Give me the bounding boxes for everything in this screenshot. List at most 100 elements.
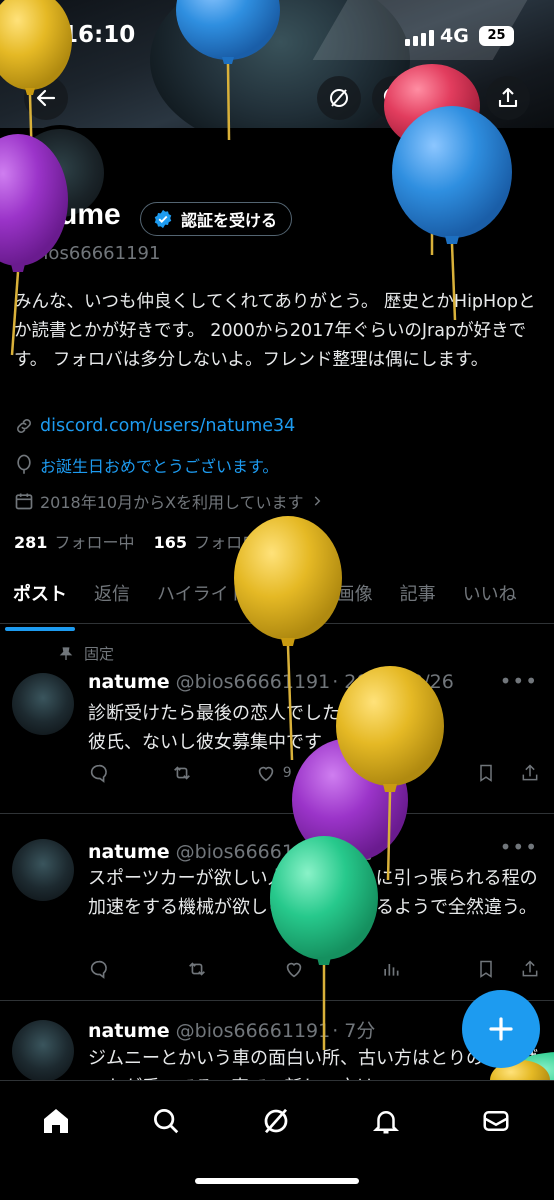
- share-icon[interactable]: [520, 959, 540, 979]
- profile-bio: みんな、いつも仲良くしてくれてありがとう。 歴史とかHipHopとか読書とかが好…: [14, 292, 536, 370]
- tweet-avatar[interactable]: [12, 839, 74, 901]
- search-button[interactable]: [372, 76, 416, 120]
- followers-link[interactable]: 165 フォロワー: [154, 533, 275, 552]
- share-icon[interactable]: [520, 763, 540, 783]
- tab-replies[interactable]: 返信: [94, 578, 130, 623]
- birthday-row: お誕生日おめでとうございます。: [14, 453, 278, 477]
- like-button[interactable]: 9: [255, 762, 292, 784]
- share-icon: [498, 87, 518, 108]
- tweet-avatar[interactable]: [12, 1020, 74, 1080]
- back-arrow-icon: [36, 89, 56, 107]
- tweet-time: · 7分: [332, 1020, 376, 1042]
- view-count: 2677: [379, 765, 415, 781]
- link-icon: [17, 419, 31, 433]
- views-icon: [383, 964, 398, 976]
- like-icon: [258, 766, 273, 782]
- profile-handle: @bios66661191: [14, 243, 161, 264]
- tab-likes[interactable]: いいね: [463, 578, 517, 623]
- grok-icon: [264, 1108, 288, 1134]
- nav-messages[interactable]: [476, 1101, 516, 1141]
- tweet-actions: 9 2677: [88, 762, 540, 784]
- status-bar: 16:10 4G 25: [0, 0, 554, 74]
- search-icon: [154, 1109, 179, 1134]
- followers-count: 165: [153, 533, 188, 552]
- get-verified-button[interactable]: 認証を受ける: [140, 202, 293, 236]
- retweet-button[interactable]: [186, 958, 208, 980]
- get-verified-label: 認証を受ける: [181, 211, 278, 230]
- tweet-author: natume @bios66661191 · 3分: [88, 837, 375, 864]
- views-button[interactable]: [381, 959, 401, 979]
- balloon-icon: [17, 454, 31, 474]
- following-count: 281: [14, 533, 48, 552]
- like-count: 9: [282, 765, 292, 781]
- chevron-right-icon: [314, 496, 320, 506]
- profile-tabs: ポスト 返信 ハイライト 動画 画像 記事 いいね: [0, 578, 554, 631]
- tweet[interactable]: natume @bios66661191 · 2025/09/26 ••• 診断受け…: [0, 625, 554, 814]
- grok-button[interactable]: [317, 76, 361, 120]
- compose-post-button[interactable]: [462, 990, 540, 1068]
- tweet-avatar[interactable]: [12, 673, 74, 735]
- notifications-icon: [372, 1111, 400, 1134]
- tab-images[interactable]: 画像: [337, 578, 373, 623]
- tweet-handle: @bios66661191: [175, 671, 331, 693]
- tab-posts[interactable]: ポスト: [5, 578, 75, 631]
- battery-icon: 25: [479, 26, 514, 46]
- back-button[interactable]: [24, 76, 68, 120]
- home-indicator: [195, 1178, 359, 1184]
- more-icon[interactable]: •••: [500, 669, 538, 693]
- reply-icon: [90, 960, 107, 979]
- like-icon: [286, 962, 302, 978]
- home-icon: [44, 1109, 68, 1133]
- profile-link-row: discord.com/users/natume34: [14, 416, 295, 436]
- like-button[interactable]: [283, 958, 305, 980]
- tab-articles[interactable]: 記事: [400, 578, 436, 623]
- views-button[interactable]: 2677: [353, 763, 415, 783]
- followers-label: フォロワー: [194, 533, 275, 552]
- reply-button[interactable]: [88, 762, 110, 784]
- tweet-author-name[interactable]: natume: [88, 671, 170, 693]
- bottom-navigation: [0, 1080, 554, 1200]
- tab-videos[interactable]: 動画: [274, 578, 310, 623]
- signal-icon: [405, 30, 434, 46]
- tweet-handle: @bios66661191: [175, 841, 331, 863]
- retweet-icon: [174, 766, 191, 780]
- joined-row[interactable]: 2018年10月からXを利用しています: [14, 489, 324, 513]
- reply-icon: [90, 764, 107, 783]
- bookmark-share-group: [476, 959, 540, 979]
- more-icon[interactable]: •••: [500, 835, 538, 859]
- tweet-time: · 3分: [332, 841, 376, 863]
- follow-stats: 281 フォロー中 165 フォロワー: [14, 529, 274, 553]
- network-label: 4G: [440, 25, 469, 47]
- tweet-actions: [88, 958, 540, 980]
- nav-home[interactable]: [36, 1101, 76, 1141]
- status-time: 16:10: [62, 22, 136, 48]
- bookmark-icon[interactable]: [476, 763, 496, 783]
- nav-search[interactable]: [146, 1101, 186, 1141]
- retweet-icon: [188, 962, 205, 976]
- plus-icon: [489, 1017, 513, 1041]
- share-button[interactable]: [486, 76, 530, 120]
- messages-icon: [483, 1111, 509, 1131]
- following-label: フォロー中: [54, 533, 135, 552]
- nav-grok[interactable]: [256, 1101, 296, 1141]
- bookmark-icon[interactable]: [476, 959, 496, 979]
- tweet-author-name[interactable]: natume: [88, 841, 170, 863]
- tab-highlights[interactable]: ハイライト: [157, 578, 247, 623]
- grok-icon: [330, 89, 348, 107]
- profile-link[interactable]: discord.com/users/natume34: [40, 416, 295, 436]
- calendar-icon: [15, 493, 33, 510]
- search-icon: [383, 87, 404, 108]
- tweet-author-name[interactable]: natume: [88, 1020, 170, 1042]
- tweet-text: スポーツカーが欲しい人とジェットに引っ張られる程の加速をする機械が欲しい人は似て…: [88, 868, 538, 918]
- profile-name: natume: [14, 198, 121, 231]
- tweet-time: · 2025/09/26: [332, 671, 454, 693]
- tweet-handle: @bios66661191: [175, 1020, 331, 1042]
- following-link[interactable]: 281 フォロー中: [14, 533, 135, 552]
- reply-button[interactable]: [88, 958, 110, 980]
- retweet-button[interactable]: [171, 762, 193, 784]
- tweet-author: natume @bios66661191 · 2025/09/26: [88, 671, 454, 693]
- birthday-text: お誕生日おめでとうございます。: [40, 457, 279, 476]
- nav-notifications[interactable]: [366, 1101, 406, 1141]
- tweet[interactable]: natume @bios66661191 · 3分 ••• スポーツカーが欲しい人と…: [0, 815, 554, 1001]
- tweet-author: natume @bios66661191 · 7分: [88, 1016, 375, 1043]
